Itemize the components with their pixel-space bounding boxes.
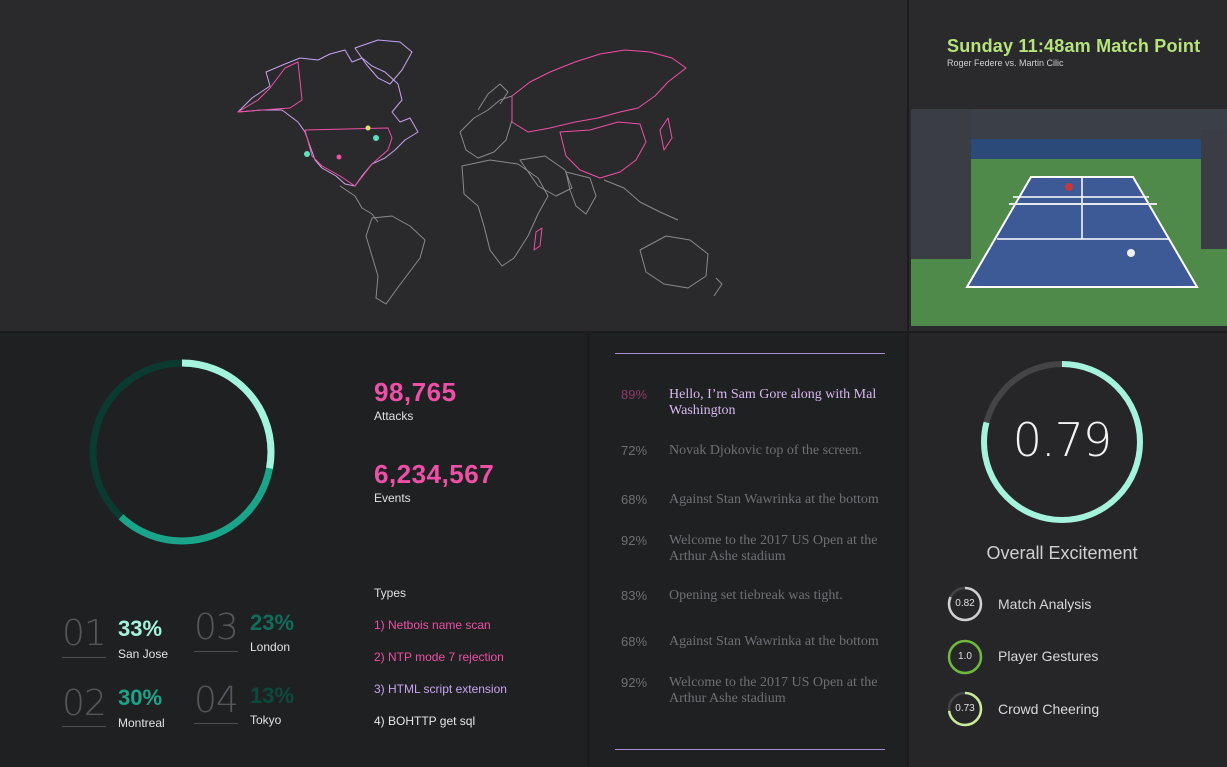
new-zealand-outline [713,277,723,297]
transcript-bottom-divider [615,749,885,750]
alaska-outline [237,61,303,113]
attack-stats-panel: 98,765 Attacks 6,234,567 Events Types 1)… [0,333,587,767]
city-index: 03 [194,607,239,648]
transcript-confidence: 68% [621,492,648,507]
type-item[interactable]: 3) HTML script extension [374,682,507,696]
metric-value: 1.0 [958,651,972,662]
world-map-panel [0,0,907,331]
transcript-panel: 89% Hello, I’m Sam Gore along with Mal W… [590,333,907,767]
transcript-confidence: 72% [621,443,648,458]
tennis-court-image [911,109,1227,326]
usa-outline [304,127,393,187]
australia-outline [639,235,709,289]
events-label: Events [374,491,411,505]
attacks-count: 98,765 [374,377,457,407]
city-divider [62,726,106,727]
city-name: Tokyo [250,713,282,727]
metric-label: Match Analysis [998,596,1092,612]
city-index: 01 [62,613,107,654]
russia-outline [511,49,687,133]
match-subtitle: Roger Federe vs. Martin Cilic [947,58,1064,68]
city-name: London [250,640,291,654]
metric-value: 0.73 [955,703,975,714]
central-america-outline [339,185,379,223]
transcript-confidence: 92% [621,533,648,548]
tennis-video[interactable] [911,109,1227,326]
type-item[interactable]: 2) NTP mode 7 rejection [374,650,504,664]
city-percent: 23% [250,610,295,635]
middle-east-outline [519,155,573,197]
match-title: Sunday 11:48am Match Point [947,36,1201,56]
city-divider [194,651,238,652]
transcript-text[interactable]: Against Stan Wawrinka at the bottom [669,634,899,650]
transcript-confidence: 92% [621,675,648,690]
attacks-label: Attacks [374,409,414,423]
city-divider [194,723,238,724]
type-item[interactable]: 4) BOHTTP get sql [374,714,475,728]
city-name: Montreal [118,716,165,730]
excitement-label: Overall Excitement [986,543,1138,563]
transcript-confidence: 83% [621,588,648,603]
madagascar-outline [533,227,543,251]
transcript-top-divider [615,353,885,354]
city-divider [62,657,106,658]
san-jose-marker[interactable] [304,151,310,157]
transcript-text[interactable]: Against Stan Wawrinka at the bottom [669,492,899,508]
transcript-text[interactable]: Welcome to the 2017 US Open at the Arthu… [669,533,899,565]
city-index: 04 [194,680,239,721]
type-item[interactable]: 1) Netbois name scan [374,618,491,632]
north-america-outline [237,49,419,187]
world-map [237,39,723,305]
china-outline [559,121,647,179]
montreal-marker[interactable] [373,135,379,141]
events-count: 6,234,567 [374,459,495,489]
africa-outline [461,159,549,267]
city-percent: 13% [250,683,295,708]
chicago-marker[interactable] [336,154,342,160]
greenland-outline [354,39,413,85]
southeast-asia-outline [603,179,679,221]
metric-value: 0.82 [955,598,975,609]
transcript-confidence: 89% [621,387,648,402]
india-outline [565,171,597,215]
south-america-outline [365,215,426,305]
toronto-marker[interactable] [365,125,371,131]
transcript-text[interactable]: Welcome to the 2017 US Open at the Arthu… [669,675,899,707]
transcript-text[interactable]: Novak Djokovic top of the screen. [669,443,899,459]
city-index: 02 [62,683,107,724]
japan-outline [659,117,673,151]
city-name: San Jose [118,647,169,661]
attack-donut-chart [89,359,275,545]
excitement-panel: 0.79 Overall Excitement 0.82 Match Analy… [909,333,1227,767]
types-title: Types [374,586,407,600]
transcript-text[interactable]: Opening set tiebreak was tight. [669,588,899,604]
excitement-score: 0.79 [1012,413,1112,467]
europe-outline [459,95,513,159]
video-panel: Sunday 11:48am Match Point Roger Federe … [909,0,1227,331]
metric-label: Player Gestures [998,648,1099,664]
metric-label: Crowd Cheering [998,701,1100,717]
transcript-confidence: 68% [621,634,648,649]
city-percent: 30% [118,685,163,710]
transcript-text-active[interactable]: Hello, I’m Sam Gore along with Mal Washi… [669,387,899,419]
city-percent: 33% [118,616,163,641]
